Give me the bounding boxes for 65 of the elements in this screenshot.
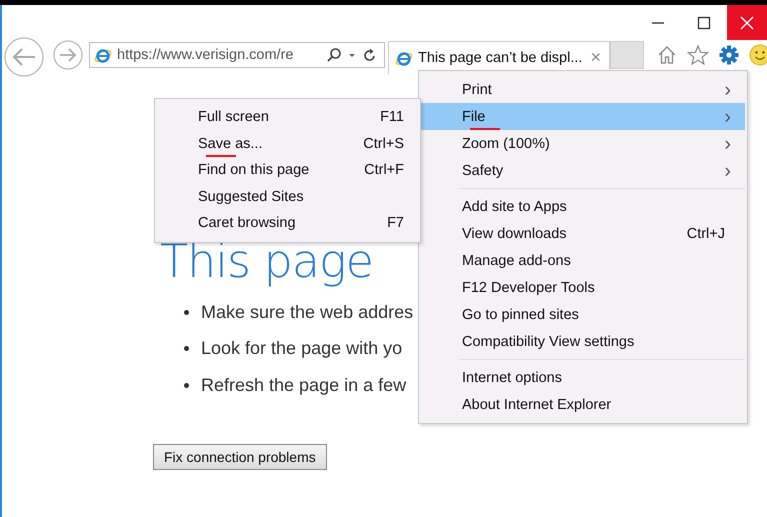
menu-item[interactable]: Save as... Ctrl+S xyxy=(157,130,418,157)
menu-item[interactable]: Suggested Sites xyxy=(157,184,418,210)
submenu-arrow: › xyxy=(724,134,731,154)
browser-tab[interactable]: This page can’t be displ... × xyxy=(388,40,610,74)
menu-item[interactable]: Safety › xyxy=(421,157,745,184)
tab-close-button[interactable]: × xyxy=(590,47,601,68)
menu-item-label: Save as... xyxy=(198,136,364,152)
maximize-icon xyxy=(697,16,711,30)
menu-item-label: Find on this page xyxy=(198,162,310,178)
url-text: https://www.verisign.com/re xyxy=(117,47,294,63)
submenu-arrow: › xyxy=(724,160,731,180)
settings-icon[interactable] xyxy=(718,44,740,66)
menu-item[interactable]: F12 Developer Tools xyxy=(421,274,745,301)
menu-item[interactable]: Go to pinned sites xyxy=(421,301,745,328)
menu-item[interactable]: Find on this page Ctrl+F xyxy=(157,157,418,184)
menu-item-label: Go to pinned sites xyxy=(462,306,580,322)
shortcut-text: F7 xyxy=(387,215,404,232)
menu-item-label: Internet options xyxy=(462,370,563,386)
menu-item-label: Zoom (100%) xyxy=(462,136,551,152)
menu-item[interactable]: Internet options xyxy=(421,364,745,391)
menu-item[interactable]: Manage add-ons xyxy=(421,247,745,274)
suggestion-text: Look for the page with yo xyxy=(201,338,402,360)
submenu-arrow: › xyxy=(724,80,731,100)
home-icon[interactable] xyxy=(656,44,678,66)
menu-item[interactable]: File › xyxy=(421,103,745,130)
suggestion-text: Refresh the page in a few xyxy=(201,374,406,396)
menu-item-label: File xyxy=(462,108,724,124)
menu-item[interactable]: Compatibility View settings xyxy=(421,328,745,355)
tab-title: This page can’t be displ... xyxy=(418,50,584,66)
refresh-icon[interactable] xyxy=(362,47,378,63)
menu-item[interactable]: Caret browsing F7 xyxy=(157,210,418,236)
shortcut-text: Ctrl+S xyxy=(363,136,404,152)
menu-item-label: Full screen xyxy=(198,109,270,126)
bullet-icon xyxy=(184,382,189,388)
shortcut-text: Ctrl+J xyxy=(686,226,725,242)
close-icon xyxy=(740,16,754,30)
suggestion-text: Make sure the web addres xyxy=(201,302,414,323)
menu-item-label: Safety xyxy=(462,162,504,178)
submenu-arrow: › xyxy=(724,106,731,126)
menu-item-label: F12 Developer Tools xyxy=(462,280,596,296)
menu-item[interactable]: Add site to Apps xyxy=(421,193,745,220)
star-icon[interactable] xyxy=(687,44,709,66)
shortcut-text: Ctrl+F xyxy=(364,162,404,178)
menu-item-label: Caret browsing xyxy=(198,215,297,232)
menu-item[interactable]: Full screen F11 xyxy=(157,104,418,130)
fix-connection-button[interactable]: Fix connection problems xyxy=(153,444,327,470)
address-bar[interactable]: https://www.verisign.com/re xyxy=(89,42,385,68)
smiley-icon[interactable] xyxy=(749,44,767,66)
menu-item-label: View downloads xyxy=(462,226,568,242)
menu-item[interactable]: View downloads Ctrl+J xyxy=(421,220,745,247)
menu-item[interactable]: Zoom (100%) › xyxy=(421,130,745,157)
menu-item[interactable]: About Internet Explorer xyxy=(421,391,745,418)
menu-item-label: About Internet Explorer xyxy=(462,396,612,412)
minimize-icon xyxy=(652,22,664,24)
close-button[interactable] xyxy=(727,5,767,40)
search-icon[interactable] xyxy=(326,47,342,63)
bullet-icon xyxy=(184,310,189,315)
menu-item-label: Print xyxy=(462,82,493,98)
menu-item-label: Suggested Sites xyxy=(198,188,305,205)
menu-item[interactable]: Print › xyxy=(421,76,745,103)
bullet-icon xyxy=(184,346,189,352)
menu-item-label: Manage add-ons xyxy=(462,252,572,268)
menu-item-label: Compatibility View settings xyxy=(462,334,636,350)
shortcut-text: F11 xyxy=(380,109,404,126)
menu-item-label: Add site to Apps xyxy=(462,198,568,214)
